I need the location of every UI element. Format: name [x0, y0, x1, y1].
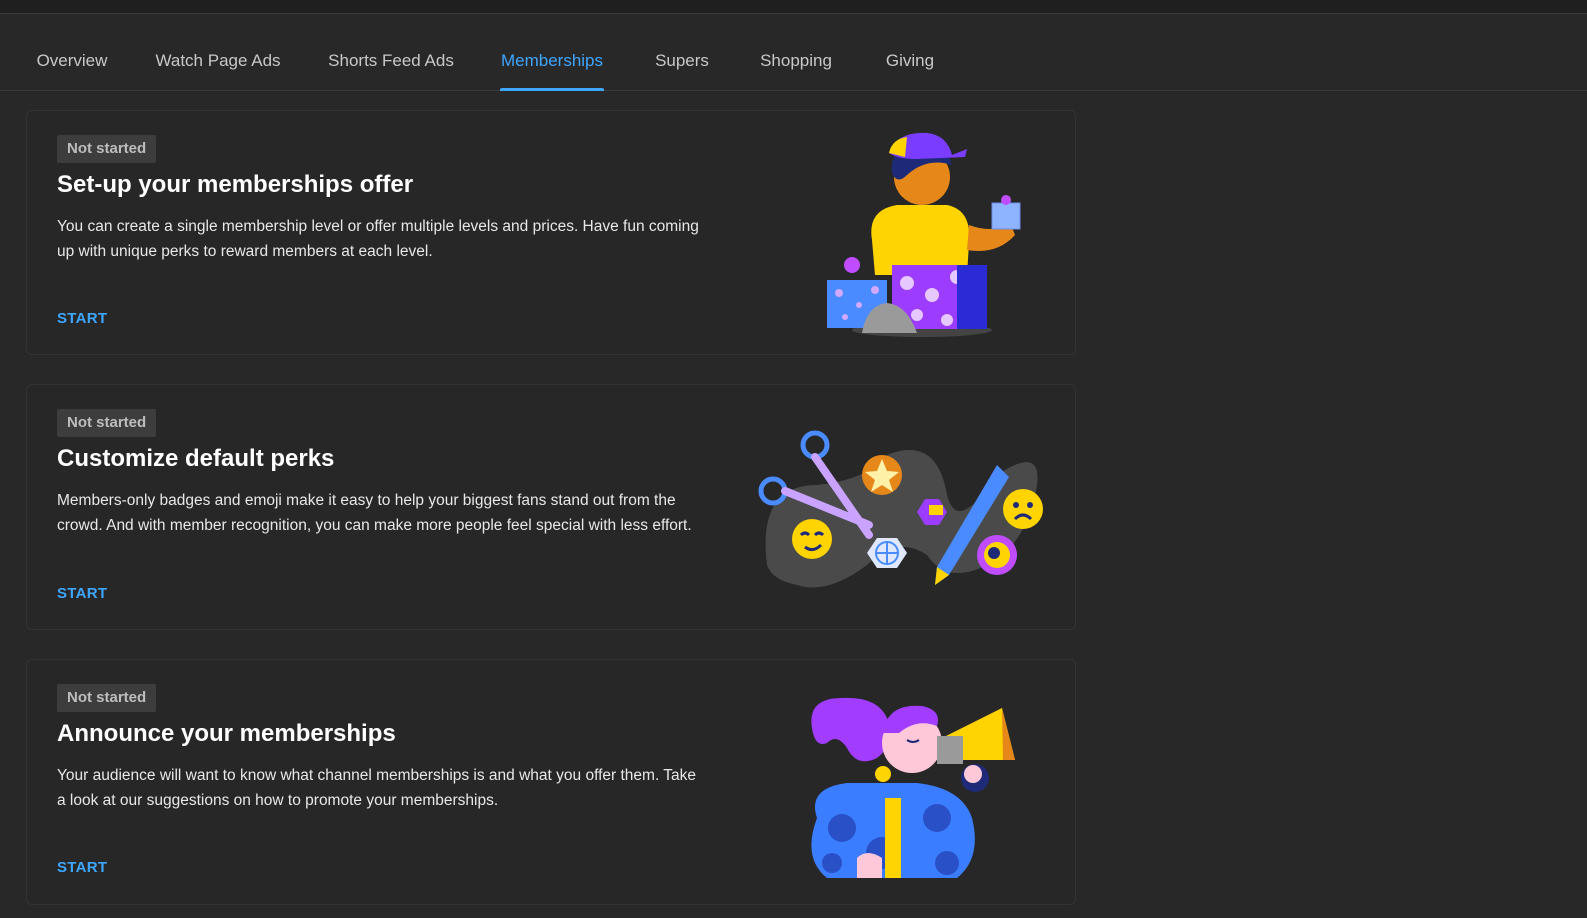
active-tab-indicator [500, 88, 604, 91]
perks-illustration [758, 430, 1043, 588]
card-title: Customize default perks [57, 445, 335, 472]
card-title: Announce your memberships [57, 720, 396, 747]
card-customize-default-perks: Not started Customize default perks Memb… [26, 384, 1076, 630]
tab-giving[interactable]: Giving [884, 14, 936, 91]
person-with-megaphone-illustration [811, 697, 1015, 878]
start-button[interactable]: START [57, 585, 107, 602]
top-bar [0, 0, 1587, 14]
tab-shorts-feed-ads[interactable]: Shorts Feed Ads [328, 14, 454, 91]
card-description: You can create a single membership level… [57, 218, 699, 260]
card-title: Set-up your memberships offer [57, 171, 414, 198]
card-description: Members-only badges and emoji make it ea… [57, 492, 692, 534]
tab-supers[interactable]: Supers [655, 14, 709, 91]
person-wrapping-gifts-illustration [827, 132, 1021, 337]
status-badge: Not started [57, 135, 157, 163]
card-description: Your audience will want to know what cha… [57, 767, 697, 809]
tab-shopping[interactable]: Shopping [759, 14, 833, 91]
card-setup-memberships-offer: Not started Set-up your memberships offe… [26, 110, 1076, 355]
card-announce-memberships: Not started Announce your memberships Yo… [26, 659, 1076, 905]
tab-bar: Overview Watch Page Ads Shorts Feed Ads … [0, 14, 1587, 91]
tab-memberships[interactable]: Memberships [500, 14, 604, 91]
status-badge: Not started [57, 409, 157, 437]
start-button[interactable]: START [57, 310, 107, 327]
status-badge: Not started [57, 684, 157, 712]
start-button[interactable]: START [57, 859, 107, 876]
tab-watch-page-ads[interactable]: Watch Page Ads [155, 14, 281, 91]
tab-overview[interactable]: Overview [36, 14, 108, 91]
